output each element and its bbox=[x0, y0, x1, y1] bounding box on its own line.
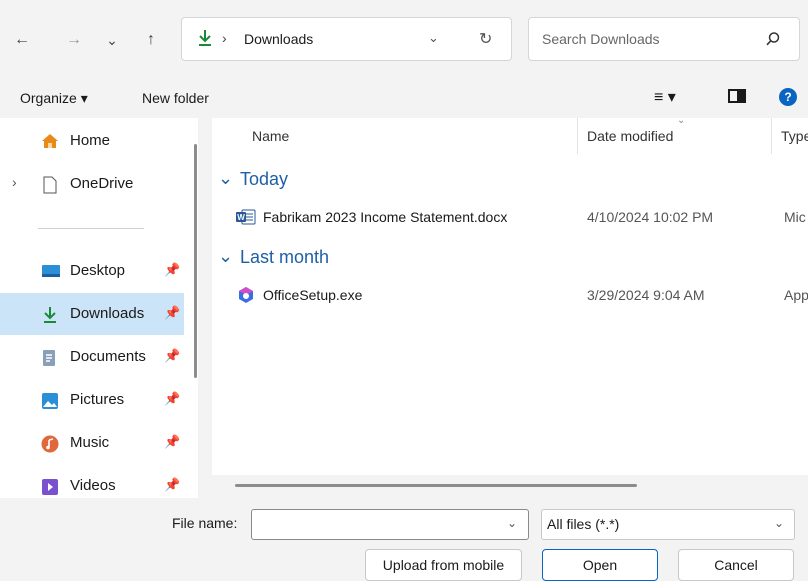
sidebar-item-pictures[interactable]: Pictures 📌 bbox=[0, 379, 184, 421]
sidebar-item-label: Pictures bbox=[70, 391, 125, 408]
breadcrumb-separator: › bbox=[222, 30, 227, 46]
list-item[interactable]: OfficeSetup.exe 3/29/2024 9:04 AM App bbox=[236, 282, 808, 310]
videos-icon bbox=[41, 478, 59, 495]
help-icon[interactable]: ? bbox=[779, 88, 797, 106]
file-type-filter-value: All files (*.*) bbox=[547, 516, 620, 532]
sort-indicator-icon: ⌄ bbox=[677, 115, 686, 126]
sidebar-item-label: Desktop bbox=[70, 262, 126, 279]
list-item[interactable]: W Fabrikam 2023 Income Statement.docx 4/… bbox=[236, 204, 808, 232]
pin-icon[interactable]: 📌 bbox=[164, 305, 180, 321]
sidebar-item-home[interactable]: Home bbox=[0, 120, 184, 162]
sidebar-item-onedrive[interactable]: › OneDrive bbox=[0, 163, 184, 205]
cancel-button[interactable]: Cancel bbox=[678, 549, 794, 581]
sidebar-item-videos[interactable]: Videos 📌 bbox=[0, 465, 184, 498]
sidebar-item-label: Documents bbox=[70, 348, 146, 365]
refresh-icon[interactable]: ↻ bbox=[479, 29, 492, 49]
file-name-field[interactable]: ⌄ bbox=[251, 509, 529, 540]
column-header-name[interactable]: Name bbox=[252, 128, 289, 144]
chevron-down-icon[interactable]: ⌄ bbox=[507, 516, 517, 530]
new-folder-button[interactable]: New folder bbox=[142, 90, 209, 106]
open-button[interactable]: Open bbox=[542, 549, 658, 581]
sidebar-item-label: Music bbox=[70, 434, 110, 451]
nav-scrollbar[interactable] bbox=[194, 144, 197, 378]
pin-icon[interactable]: 📌 bbox=[164, 477, 180, 493]
file-type-filter[interactable]: All files (*.*) ⌄ bbox=[541, 509, 795, 540]
search-input[interactable]: Search Downloads bbox=[542, 31, 660, 47]
group-chevron-icon[interactable]: ⌄ bbox=[218, 168, 233, 189]
sidebar-divider bbox=[38, 228, 144, 229]
recent-locations-button[interactable]: ⌄ bbox=[102, 30, 122, 50]
file-date: 4/10/2024 10:02 PM bbox=[587, 209, 714, 225]
file-type: App bbox=[784, 287, 808, 303]
horizontal-scrollbar[interactable] bbox=[235, 484, 637, 487]
pin-icon[interactable]: 📌 bbox=[164, 262, 180, 278]
command-bar bbox=[0, 78, 808, 118]
download-icon bbox=[41, 306, 59, 323]
address-bar[interactable]: › Downloads ⌄ ↻ bbox=[181, 17, 512, 61]
up-button[interactable]: ↑ bbox=[141, 30, 161, 50]
office-icon bbox=[237, 286, 255, 304]
file-type: Mic bbox=[784, 209, 806, 225]
word-icon: W bbox=[236, 208, 256, 226]
pictures-icon bbox=[41, 392, 59, 409]
expand-chevron-icon[interactable]: › bbox=[12, 174, 17, 190]
search-icon[interactable] bbox=[765, 31, 781, 47]
address-dropdown-icon[interactable]: ⌄ bbox=[428, 30, 439, 46]
documents-icon bbox=[41, 349, 59, 366]
file-name-label: File name: bbox=[172, 515, 238, 531]
organize-button[interactable]: Organize ▾ bbox=[20, 90, 88, 107]
preview-pane-icon[interactable] bbox=[728, 89, 746, 103]
svg-text:W: W bbox=[237, 213, 245, 222]
file-date: 3/29/2024 9:04 AM bbox=[587, 287, 705, 303]
desktop-icon bbox=[41, 263, 60, 279]
sidebar-item-downloads[interactable]: Downloads 📌 bbox=[0, 293, 184, 335]
sidebar-item-desktop[interactable]: Desktop 📌 bbox=[0, 250, 184, 292]
column-header-type[interactable]: Type bbox=[781, 128, 808, 144]
column-divider bbox=[577, 118, 578, 154]
forward-button[interactable]: → bbox=[64, 30, 84, 50]
file-name: Fabrikam 2023 Income Statement.docx bbox=[263, 209, 508, 225]
column-divider bbox=[771, 118, 772, 154]
sidebar-item-documents[interactable]: Documents 📌 bbox=[0, 336, 184, 378]
search-box[interactable]: Search Downloads bbox=[528, 17, 800, 61]
music-icon bbox=[41, 435, 59, 453]
view-options-icon[interactable]: ≡ ▾ bbox=[654, 87, 676, 107]
upload-from-mobile-button[interactable]: Upload from mobile bbox=[365, 549, 522, 581]
group-header-last-month[interactable]: Last month bbox=[240, 247, 329, 268]
file-name: OfficeSetup.exe bbox=[263, 287, 363, 303]
pin-icon[interactable]: 📌 bbox=[164, 391, 180, 407]
sidebar-item-music[interactable]: Music 📌 bbox=[0, 422, 184, 464]
breadcrumb-downloads[interactable]: Downloads bbox=[244, 31, 313, 47]
back-button[interactable]: ← bbox=[12, 30, 32, 50]
group-chevron-icon[interactable]: ⌄ bbox=[218, 246, 233, 267]
pin-icon[interactable]: 📌 bbox=[164, 434, 180, 450]
sidebar-item-label: OneDrive bbox=[70, 175, 134, 192]
download-icon bbox=[196, 28, 214, 48]
chevron-down-icon[interactable]: ⌄ bbox=[774, 516, 784, 530]
pin-icon[interactable]: 📌 bbox=[164, 348, 180, 364]
home-icon bbox=[41, 133, 59, 149]
column-header-date[interactable]: Date modified bbox=[587, 128, 673, 144]
group-header-today[interactable]: Today bbox=[240, 169, 288, 190]
document-outline-icon bbox=[43, 176, 61, 194]
sidebar-item-label: Home bbox=[70, 132, 111, 149]
sidebar-item-label: Downloads bbox=[70, 305, 145, 322]
sidebar-item-label: Videos bbox=[70, 477, 116, 494]
